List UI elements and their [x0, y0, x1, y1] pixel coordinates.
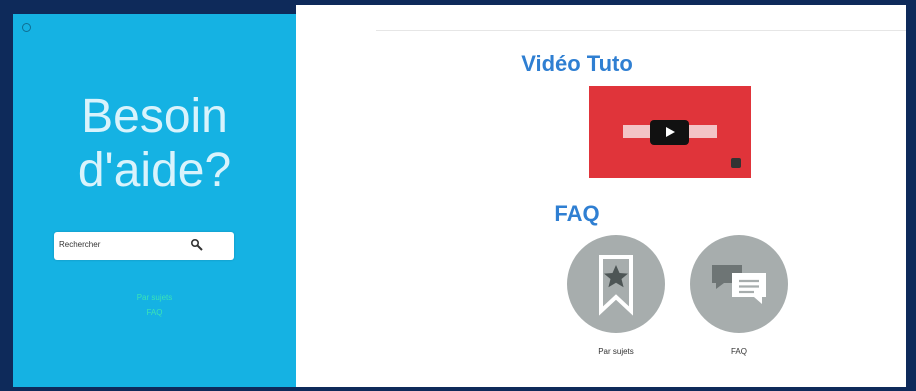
sidebar-link-topics[interactable]: Par sujets: [13, 293, 296, 302]
tile-topics-label: Par sujets: [598, 347, 634, 356]
title-line-1: Besoin: [81, 90, 228, 143]
tile-faq[interactable]: [690, 235, 788, 333]
bookmark-star-icon: [599, 255, 633, 316]
tile-faq-label: FAQ: [730, 347, 747, 356]
tile-topics[interactable]: [567, 235, 665, 333]
help-title: Besoin d'aide?: [13, 90, 296, 198]
frame-top: [0, 0, 296, 14]
main-content: Vidéo Tuto FAQ Par sujets FAQ: [296, 5, 906, 387]
video-graphic-right: [689, 125, 717, 138]
search-icon[interactable]: [190, 238, 204, 252]
search-input[interactable]: Rechercher: [54, 232, 234, 260]
play-icon[interactable]: [650, 120, 689, 145]
header-divider: [376, 30, 906, 31]
sidebar-link-faq[interactable]: FAQ: [13, 308, 296, 317]
frame-bottom: [0, 387, 916, 391]
search-placeholder: Rechercher: [59, 240, 101, 249]
video-graphic-left: [623, 125, 651, 138]
faq-section-title: FAQ: [554, 201, 600, 226]
fullscreen-icon[interactable]: [731, 158, 741, 168]
logo-icon: [22, 23, 31, 32]
chat-bubbles-icon: [712, 265, 766, 304]
video-thumbnail[interactable]: [589, 86, 751, 178]
help-sidebar: Besoin d'aide? Rechercher Par sujets FAQ: [13, 14, 296, 387]
title-line-2: d'aide?: [77, 144, 232, 197]
video-section-title: Vidéo Tuto: [521, 51, 633, 76]
